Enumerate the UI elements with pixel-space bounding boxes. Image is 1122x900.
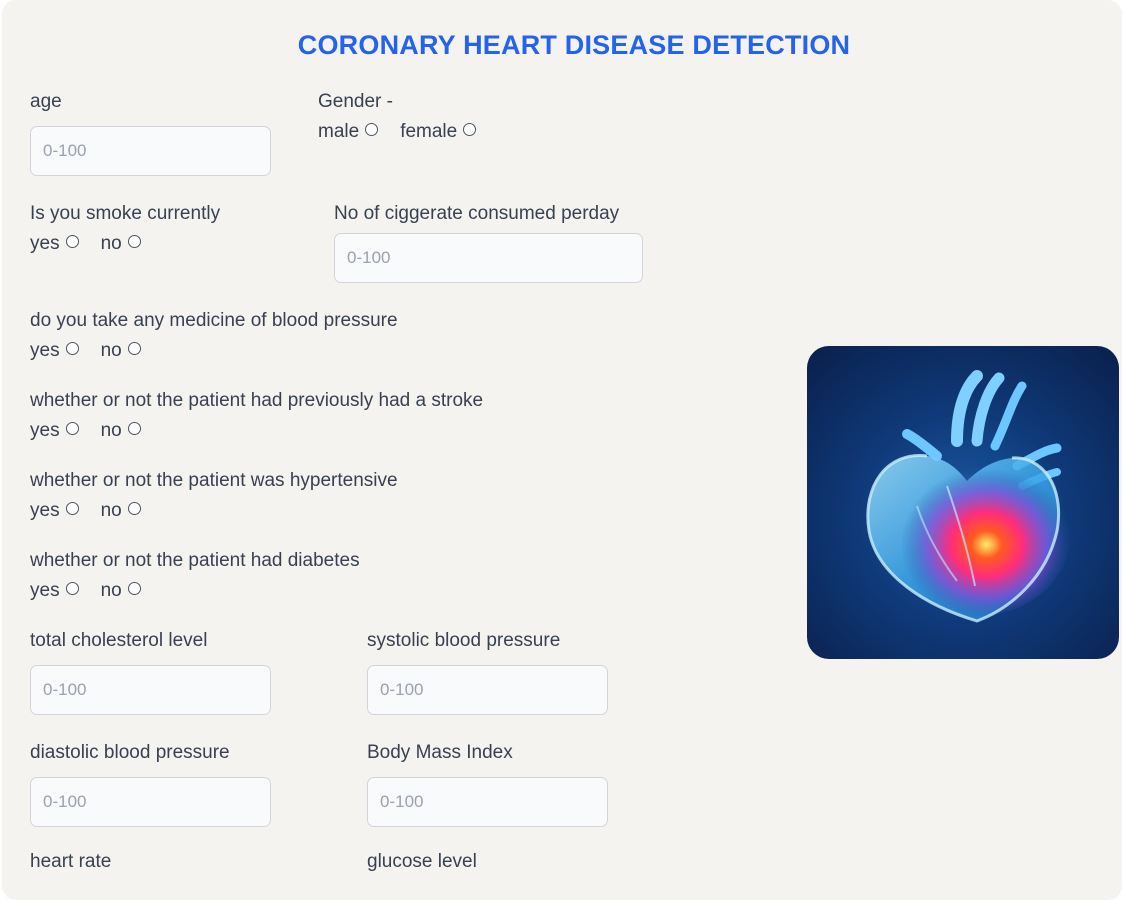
diastolic-bp-label: diastolic blood pressure (30, 742, 230, 763)
gender-female-radio[interactable] (463, 122, 477, 136)
diabetes-yes-radio[interactable] (65, 581, 79, 595)
bp-meds-label: do you take any medicine of blood pressu… (30, 310, 398, 331)
hypertensive-yes-radio[interactable] (65, 501, 79, 515)
cholesterol-label: total cholesterol level (30, 630, 208, 651)
diabetes-no-radio[interactable] (127, 581, 141, 595)
smoke-label: Is you smoke currently (30, 203, 221, 224)
systolic-bp-input[interactable] (367, 665, 608, 715)
systolic-bp-label: systolic blood pressure (367, 630, 561, 651)
diabetes-label: whether or not the patient had diabetes (30, 550, 360, 571)
hypertensive-yes-label: yes (30, 500, 60, 521)
cigs-input[interactable] (334, 233, 643, 283)
hypertensive-no-radio[interactable] (127, 501, 141, 515)
bp-meds-radio-group: yes no (30, 340, 141, 362)
stroke-no-label: no (100, 420, 122, 441)
diabetes-yes-label: yes (30, 580, 60, 601)
diastolic-bp-input[interactable] (30, 777, 271, 827)
bmi-label: Body Mass Index (367, 742, 513, 763)
cigs-label: No of ciggerate consumed perday (334, 203, 620, 224)
hypertensive-no-label: no (100, 500, 122, 521)
age-label: age (30, 91, 62, 112)
bmi-input[interactable] (367, 777, 608, 827)
gender-female-label: female (400, 121, 458, 142)
stroke-yes-radio[interactable] (65, 421, 79, 435)
stroke-yes-label: yes (30, 420, 60, 441)
bp-meds-no-label: no (100, 340, 122, 361)
diabetes-radio-group: yes no (30, 580, 141, 602)
glucose-label: glucose level (367, 851, 477, 872)
smoke-no-label: no (100, 233, 122, 254)
stroke-radio-group: yes no (30, 420, 141, 442)
gender-male-label: male (318, 121, 360, 142)
smoke-yes-radio[interactable] (65, 234, 79, 248)
hypertensive-label: whether or not the patient was hypertens… (30, 470, 398, 491)
bp-meds-yes-label: yes (30, 340, 60, 361)
stroke-no-radio[interactable] (127, 421, 141, 435)
gender-label: Gender - (318, 91, 393, 112)
page-title: CORONARY HEART DISEASE DETECTION (297, 30, 851, 60)
gender-radio-group: male female (318, 121, 477, 143)
smoke-yes-label: yes (30, 233, 60, 254)
diabetes-no-label: no (100, 580, 122, 601)
heart-illustration-icon (807, 346, 1119, 659)
smoke-radio-group: yes no (30, 233, 141, 255)
bp-meds-yes-radio[interactable] (65, 341, 79, 355)
stroke-label: whether or not the patient had previousl… (30, 390, 484, 411)
heart-rate-label: heart rate (30, 851, 112, 872)
hypertensive-radio-group: yes no (30, 500, 141, 522)
bp-meds-no-radio[interactable] (127, 341, 141, 355)
gender-male-radio[interactable] (365, 122, 379, 136)
age-input[interactable] (30, 126, 271, 176)
smoke-no-radio[interactable] (127, 234, 141, 248)
cholesterol-input[interactable] (30, 665, 271, 715)
heart-illustration-svg (866, 370, 1072, 623)
